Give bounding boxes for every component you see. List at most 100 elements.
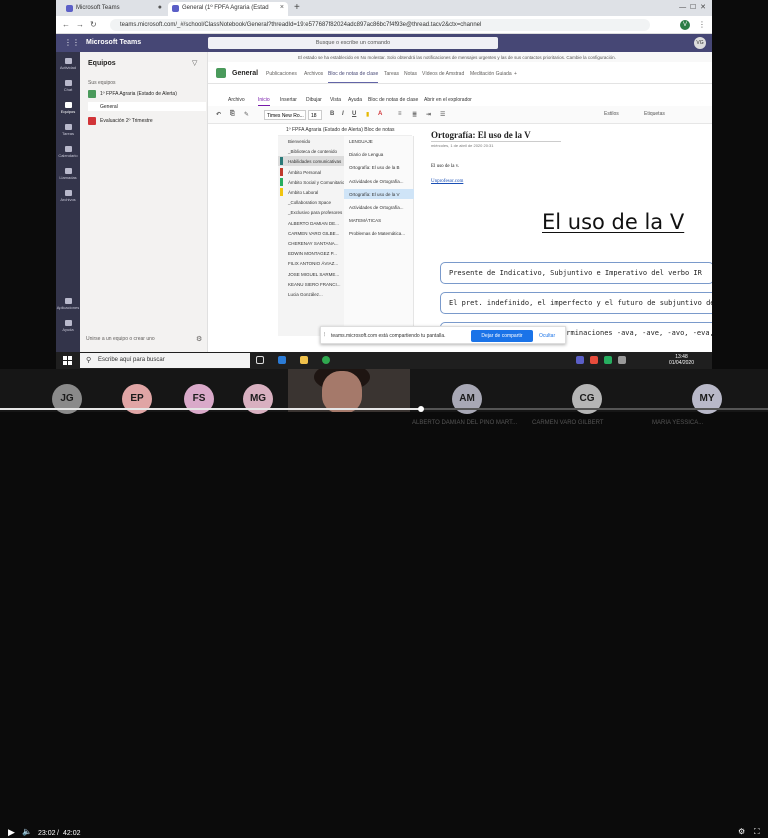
app-icon[interactable] <box>576 356 584 364</box>
underline-button[interactable]: U <box>352 111 356 117</box>
section-item[interactable]: _Collaboration Space <box>278 197 344 207</box>
reload-icon[interactable]: ↻ <box>90 20 97 29</box>
menu-view[interactable]: Vista <box>330 97 341 103</box>
task-view-icon[interactable] <box>256 356 264 364</box>
fullscreen-icon[interactable]: ⛶ <box>754 827 760 837</box>
menu-open-browser[interactable]: Abrir en el explorador <box>424 97 472 103</box>
hide-button[interactable]: Ocultar <box>539 333 555 339</box>
volume-icon[interactable]: 🔈 <box>22 827 32 836</box>
browser-tab[interactable]: Microsoft Teams ● <box>62 2 166 16</box>
page-title[interactable]: Ortografía: El uso de la V <box>431 130 531 140</box>
close-tab-icon[interactable]: × <box>280 4 284 11</box>
menu-dots-icon[interactable]: ⋮ <box>698 20 706 29</box>
chrome-icon[interactable] <box>322 356 330 364</box>
taskbar-clock[interactable]: 13:48 01/04/2020 <box>669 354 694 366</box>
highlight-icon[interactable]: ▮ <box>366 111 369 118</box>
rail-item-calls[interactable]: Llamadas <box>56 168 80 180</box>
edge-icon[interactable] <box>278 356 286 364</box>
section-item[interactable]: Ámbito Personal <box>278 167 344 177</box>
windows-start-icon[interactable] <box>63 356 72 365</box>
tab-videos[interactable]: Vídeos de Amstrad <box>422 71 464 77</box>
explorer-icon[interactable] <box>300 356 308 364</box>
app-icon[interactable] <box>590 356 598 364</box>
settings-gear-icon[interactable]: ⚙ <box>196 335 202 343</box>
window-controls[interactable]: — ☐ ✕ <box>679 3 706 11</box>
settings-icon[interactable]: ⚙ <box>738 827 745 836</box>
font-color-icon[interactable]: A <box>378 111 382 117</box>
user-avatar[interactable]: VG <box>694 37 706 49</box>
tab-posts[interactable]: Publicaciones <box>266 71 297 77</box>
indent-icon[interactable]: ⇥ <box>426 111 431 118</box>
numbering-icon[interactable]: ≣ <box>412 111 417 118</box>
italic-button[interactable]: I <box>342 111 344 117</box>
section-item[interactable]: ALBERTO DAMIAN DE... <box>278 218 344 228</box>
tab-meditation[interactable]: Meditación Guiada <box>470 71 512 77</box>
rail-item-activity[interactable]: Actividad <box>56 58 80 70</box>
tab-files[interactable]: Archivos <box>304 71 323 77</box>
team-item[interactable]: 1º FPFA Agraria (Estado de Alerta) <box>100 91 177 97</box>
font-size-select[interactable]: 18 <box>308 110 322 120</box>
font-select[interactable]: Times New Ro... <box>264 110 306 120</box>
section-item[interactable]: EDWIN MONTAGEZ P... <box>278 248 344 258</box>
bold-button[interactable]: B <box>330 111 334 117</box>
section-item[interactable]: _Biblioteca de contenido <box>278 146 344 156</box>
filter-icon[interactable]: ▽ <box>192 59 197 67</box>
back-icon[interactable]: ← <box>62 20 70 29</box>
section-item[interactable]: KEANU SIERO FRANCI... <box>278 279 344 289</box>
browser-tab-active[interactable]: General (1º FPFA Agraria (Estad × <box>168 2 288 16</box>
bullets-icon[interactable]: ≡ <box>398 111 402 117</box>
section-item[interactable]: CHERENAY SANTANA... <box>278 238 344 248</box>
url-input[interactable]: teams.microsoft.com/_#/school/ClassNoteb… <box>110 19 650 31</box>
join-team-link[interactable]: Unirse a un equipo o crear uno <box>86 336 155 342</box>
page-item[interactable]: Diario de Lengua <box>344 149 414 159</box>
align-icon[interactable]: ☰ <box>440 111 445 118</box>
section-item[interactable]: Ámbito Laboral <box>278 187 344 197</box>
tab-notes[interactable]: Notas <box>404 71 417 77</box>
rail-item-teams[interactable]: Equipos <box>56 102 80 114</box>
tab-class-notebook[interactable]: Bloc de notas de clase <box>328 71 379 83</box>
section-item[interactable]: Lucia González... <box>278 289 344 299</box>
section-item[interactable]: Bienvenido <box>278 136 344 146</box>
stop-sharing-button[interactable]: Dejar de compartir <box>471 330 533 342</box>
rail-item-files[interactable]: Archivos <box>56 190 80 202</box>
page-item[interactable]: LENGUAJE <box>344 136 414 146</box>
section-item[interactable]: Habilidades comunicativas <box>278 156 344 167</box>
channel-item-general[interactable]: General <box>88 102 206 111</box>
add-tab-button[interactable]: + <box>514 71 517 77</box>
video-progress-bar[interactable] <box>0 408 768 410</box>
tab-assignments[interactable]: Tareas <box>384 71 399 77</box>
menu-draw[interactable]: Dibujar <box>306 97 322 103</box>
profile-avatar[interactable]: V <box>680 20 690 30</box>
menu-class-notebook[interactable]: Bloc de notas de clase <box>368 97 418 103</box>
rail-item-apps[interactable]: Aplicaciones <box>56 298 80 310</box>
section-item[interactable]: _Exclusivo para profesores <box>278 207 344 217</box>
page-item[interactable]: Ortografía: El uso de la V <box>344 188 414 199</box>
team-item[interactable]: Evaluación 2º Trimestre <box>100 118 153 124</box>
app-icon[interactable] <box>618 356 626 364</box>
page-text[interactable]: El uso de la v. <box>431 164 459 169</box>
menu-insert[interactable]: Insertar <box>280 97 297 103</box>
clipboard-icon[interactable]: ⎘ <box>230 111 235 118</box>
section-item[interactable]: FILIX ANTONIO ÁVIAZ... <box>278 258 344 268</box>
section-item[interactable]: Ámbito Social y Comunitario <box>278 177 344 187</box>
taskbar-search-input[interactable]: Escribe aquí para buscar <box>80 353 250 368</box>
tags-button[interactable]: Etiquetas <box>644 111 665 117</box>
new-tab-button[interactable]: + <box>294 2 300 13</box>
rail-item-chat[interactable]: Chat <box>56 80 80 92</box>
menu-file[interactable]: Archivo <box>228 97 245 103</box>
app-launcher-icon[interactable]: ⋮⋮ <box>64 38 80 47</box>
page-item[interactable]: Actividades de Ortografía... <box>344 176 414 186</box>
format-painter-icon[interactable]: ✎ <box>244 111 249 118</box>
section-item[interactable]: JOSE MIGUEL SARME... <box>278 269 344 279</box>
section-item[interactable]: CARMEN VARO GILBE... <box>278 228 344 238</box>
rail-item-help[interactable]: Ayuda <box>56 320 80 332</box>
rail-item-calendar[interactable]: Calendario <box>56 146 80 158</box>
page-item[interactable]: Problemas de Matemática... <box>344 228 414 238</box>
teams-search-input[interactable]: Busque o escribe un comando <box>208 37 498 49</box>
play-icon[interactable]: ▶ <box>8 827 15 838</box>
forward-icon[interactable]: → <box>76 20 84 29</box>
undo-icon[interactable]: ↶ <box>216 111 221 118</box>
page-item[interactable]: Ortografía: El uso de la B <box>344 162 414 172</box>
menu-help[interactable]: Ayuda <box>348 97 362 103</box>
page-item[interactable]: Actividades de Ortografía... <box>344 202 414 212</box>
